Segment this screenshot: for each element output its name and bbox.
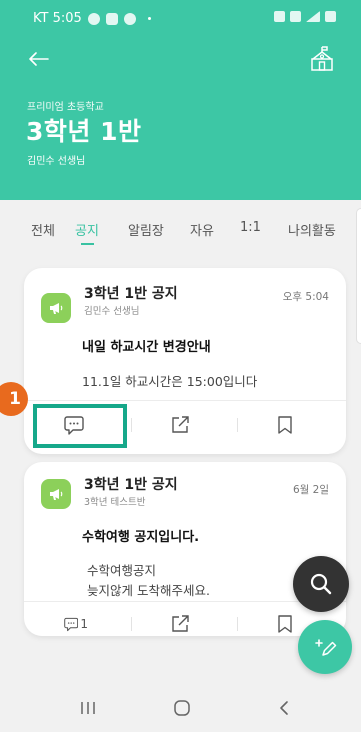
bookmark-icon [278,416,292,434]
side-panel-edge[interactable] [356,208,361,344]
comment-button[interactable]: 1 [64,613,88,635]
recent-apps-icon [81,702,95,714]
card-divider [24,400,346,401]
post-body-line: 수학여행공지 [87,563,157,578]
comment-count: 1 [80,617,88,631]
recent-apps-button[interactable] [76,698,100,718]
battery-icon [325,11,336,22]
system-back-button[interactable] [272,698,296,718]
post-badge [41,293,71,323]
signal-icon [306,11,320,22]
comment-highlight-box [33,404,127,448]
board-tabs: 전체 공지 알림장 자유 1:1 나의활동 [0,200,361,252]
comment-icon [64,617,79,631]
teacher-name: 김민수 선생님 [27,156,86,167]
post-body-line: 11.1일 하교시간은 15:00입니다 [82,374,258,389]
chat-notification-icon [87,12,100,25]
action-separator [237,617,238,631]
tab-notes[interactable]: 알림장 [128,220,164,239]
megaphone-icon [50,489,63,500]
status-right [274,11,336,22]
search-fab[interactable] [293,556,349,612]
megaphone-icon [50,303,63,314]
board-title: 3학년 1반 공지 [84,477,178,493]
back-button[interactable] [26,46,52,72]
tab-my-activity[interactable]: 나의활동 [288,220,336,239]
home-circle-icon [174,700,190,716]
post-card[interactable]: 3학년 1반 공지 3학년 테스트반 6월 2일 수학여행 공지입니다. 수학여… [24,462,346,636]
active-tab-indicator [81,243,94,245]
post-title[interactable]: 내일 하교시간 변경안내 [82,336,211,355]
chevron-left-icon [280,701,288,715]
share-icon [172,416,189,433]
tab-one-on-one[interactable]: 1:1 [240,220,261,235]
post-badge [41,479,71,509]
bookmark-button[interactable] [278,414,302,436]
share-button[interactable] [171,414,195,436]
board-title: 3학년 1반 공지 [84,286,178,302]
home-button[interactable] [170,698,194,718]
system-navigation-bar [0,682,361,732]
post-body[interactable]: 11.1일 하교시간은 15:00입니다 [82,372,257,392]
post-body[interactable]: 수학여행공지 늦지않게 도착해주세요. [87,561,210,601]
class-header: KT 5:05 프리미엄 초등학교 3학년 1반 김민수 선생님 [0,0,361,200]
action-separator [131,617,132,631]
action-separator [237,418,238,432]
share-button[interactable] [171,613,195,635]
mute-icon [274,11,285,22]
school-icon [311,46,333,71]
post-actions: 1 [24,605,346,645]
write-post-fab[interactable] [298,620,352,674]
tab-notice[interactable]: 공지 [75,220,99,239]
status-bar: KT 5:05 [0,0,361,38]
class-title: 3학년 1반 [26,117,142,146]
post-author: 김민수 선생님 [84,306,140,317]
school-home-button[interactable] [307,44,337,74]
more-notifications-icon [147,17,151,20]
google-notification-icon [123,12,136,25]
search-icon [310,573,332,595]
share-icon [172,615,189,632]
write-icon [315,639,337,656]
wifi-icon [290,11,301,22]
post-time: 오후 5:04 [282,291,329,303]
action-separator [131,418,132,432]
gallery-notification-icon [105,12,118,25]
status-left: KT 5:05 [33,11,151,26]
carrier-time: KT 5:05 [33,11,82,26]
arrow-left-icon [29,52,49,66]
bookmark-icon [278,615,292,633]
tab-free[interactable]: 자유 [190,220,214,239]
post-time: 6월 2일 [292,484,329,496]
card-divider [24,601,346,602]
tab-all[interactable]: 전체 [31,220,55,239]
school-name: 프리미엄 초등학교 [27,102,104,113]
post-title[interactable]: 수학여행 공지입니다. [82,526,199,545]
post-author: 3학년 테스트반 [84,497,146,508]
bookmark-button[interactable] [278,613,302,635]
post-body-line: 늦지않게 도착해주세요. [87,583,210,598]
